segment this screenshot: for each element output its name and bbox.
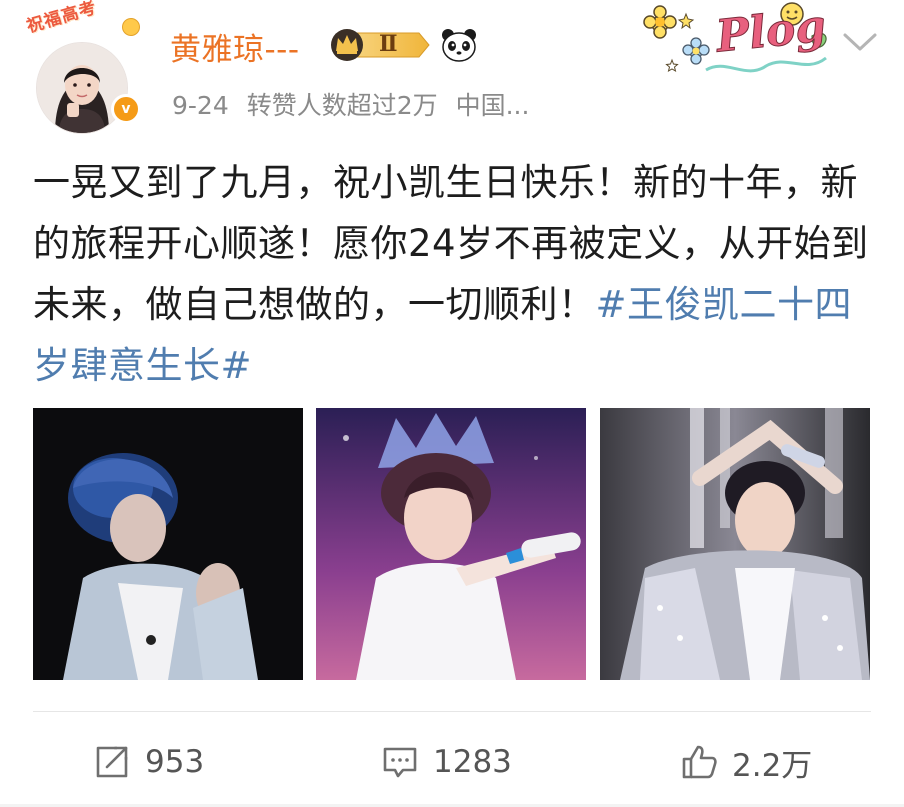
chevron-down-icon[interactable] [842,30,878,54]
plog-sticker: Plog [636,0,832,82]
repost-note: 转赞人数超过2万 [246,91,438,120]
comment-icon [383,747,417,778]
username[interactable]: 黄雅琼--- [170,24,300,69]
repost-button[interactable]: 953 [93,738,204,786]
verified-badge-icon: v [111,94,141,124]
like-count: 2.2万 [732,747,813,784]
post-photo-3[interactable] [600,408,870,680]
repost-count: 953 [145,744,205,780]
vip-level: Ⅱ [379,31,398,57]
avatar-banner-text: 祝福高考 [24,0,100,37]
thumbs-up-icon [682,745,717,779]
comment-count: 1283 [433,744,512,780]
panda-icon[interactable] [441,28,477,62]
post-text: 一晃又到了九月，祝小凯生日快乐！新的十年，新的旅程开心顺遂！愿你24岁不再被定义… [33,152,873,396]
avatar[interactable] [36,42,128,134]
crown-vip-icon[interactable]: Ⅱ [327,27,431,63]
avatar-area[interactable]: 祝福高考 v [18,0,148,136]
avatar-pendant-banner: 祝福高考 [24,0,140,40]
post-location[interactable]: 中国... [456,91,530,120]
smiley-icon [122,18,140,36]
like-button[interactable]: 2.2万 [680,738,812,786]
comment-button[interactable]: 1283 [381,738,512,786]
divider [33,711,871,712]
post-photo-2[interactable] [316,408,586,680]
post-meta: 9-24 转赞人数超过2万 中国... [172,86,539,122]
post-date: 9-24 [172,91,229,120]
flower-icon [643,5,677,39]
repost-icon [96,746,128,778]
post-photo-1[interactable] [33,408,303,680]
